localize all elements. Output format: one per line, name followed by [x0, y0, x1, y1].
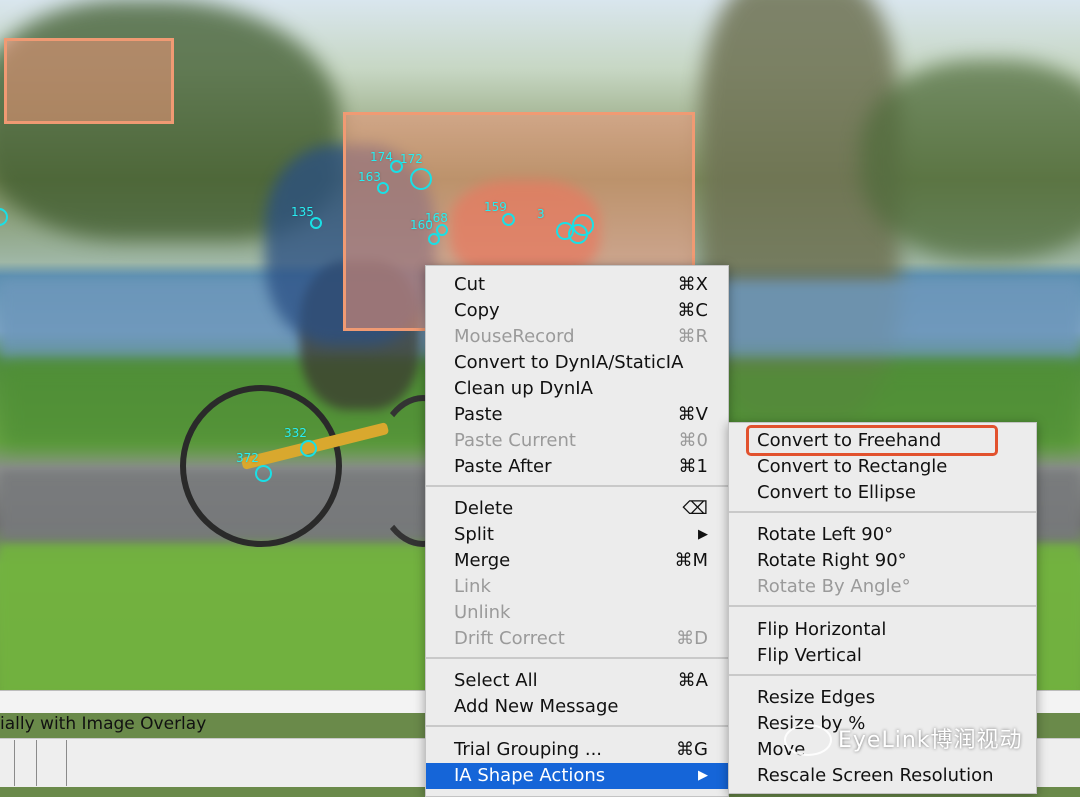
menu-item-copy[interactable]: Copy ⌘C [426, 298, 728, 324]
menu-item-drift-correct: Drift Correct ⌘D [454, 628, 708, 649]
submenu-item-convert-ellipse[interactable]: Convert to Ellipse [729, 480, 1036, 506]
fixation-label: 135 [291, 205, 314, 219]
menu-separator [426, 725, 728, 727]
menu-item-trial-grouping[interactable]: Trial Grouping ... ⌘G [426, 737, 728, 763]
menu-item-link: Link [454, 576, 491, 597]
menu-item-paste[interactable]: Paste ⌘V [426, 402, 728, 428]
fixation-marker[interactable] [436, 224, 448, 236]
fixation-label: 168 [425, 211, 448, 225]
fixation-marker[interactable] [502, 213, 515, 226]
annotation-highlight-box [746, 425, 998, 456]
menu-separator [729, 605, 1036, 607]
menu-item-unlink: Unlink [454, 602, 511, 623]
fixation-marker[interactable] [410, 168, 432, 190]
menu-item-split[interactable]: Split ▶ [426, 522, 728, 548]
column-divider [36, 740, 37, 786]
menu-item-paste-current: Paste Current ⌘0 [454, 430, 708, 451]
background-foliage [860, 60, 1080, 260]
menu-item-select-all[interactable]: Select All ⌘A [426, 668, 728, 694]
column-divider [14, 740, 15, 786]
fixation-label: 159 [484, 200, 507, 214]
watermark: EyeLink博润视动 [838, 728, 1023, 753]
submenu-item-flip-horizontal[interactable]: Flip Horizontal [729, 617, 1036, 643]
menu-separator [729, 674, 1036, 676]
fixation-label: 3 [537, 207, 545, 221]
submenu-item-rotate-right[interactable]: Rotate Right 90° [729, 548, 1036, 574]
menu-item-clean-up-dynia[interactable]: Clean up DynIA [426, 376, 728, 402]
fixation-label: 172 [400, 152, 423, 166]
interest-area-1[interactable] [4, 38, 174, 124]
view-mode-label: ially with Image Overlay [0, 714, 207, 734]
menu-item-merge[interactable]: Merge ⌘M [426, 548, 728, 574]
submenu-arrow-icon: ▶ [698, 768, 708, 783]
fixation-marker[interactable] [0, 208, 8, 226]
context-menu: Cut ⌘X Copy ⌘C MouseRecord ⌘R Convert to… [425, 265, 729, 797]
submenu-item-resize-edges[interactable]: Resize Edges [729, 685, 1036, 711]
menu-item-paste-after[interactable]: Paste After ⌘1 [426, 454, 728, 480]
submenu-arrow-icon: ▶ [698, 527, 708, 542]
fixation-marker[interactable] [255, 465, 272, 482]
menu-separator [729, 511, 1036, 513]
fixation-marker[interactable] [568, 224, 588, 244]
fixation-label: 174 [370, 150, 393, 164]
submenu-item-rotate-left[interactable]: Rotate Left 90° [729, 522, 1036, 548]
fixation-label: 332 [284, 426, 307, 440]
menu-item-add-new-message[interactable]: Add New Message [426, 694, 728, 720]
submenu-item-convert-rectangle[interactable]: Convert to Rectangle [729, 454, 1036, 480]
fixation-marker[interactable] [300, 440, 317, 457]
fixation-label: 163 [358, 170, 381, 184]
column-divider [66, 740, 67, 786]
menu-item-delete[interactable]: Delete ⌫ [426, 496, 728, 522]
menu-separator [426, 485, 728, 487]
submenu-item-rescale-screen-resolution[interactable]: Rescale Screen Resolution [729, 763, 1036, 789]
menu-item-cut[interactable]: Cut ⌘X [426, 272, 728, 298]
menu-separator [426, 657, 728, 659]
menu-item-mouserecord: MouseRecord ⌘R [454, 326, 708, 347]
wechat-logo-icon [784, 724, 832, 756]
menu-item-ia-shape-actions[interactable]: IA Shape Actions ▶ [426, 763, 728, 789]
submenu-item-rotate-by-angle: Rotate By Angle° [757, 576, 911, 597]
menu-item-convert-dynia[interactable]: Convert to DynIA/StaticIA [426, 350, 728, 376]
fixation-label: 372 [236, 451, 259, 465]
submenu-item-flip-vertical[interactable]: Flip Vertical [729, 643, 1036, 669]
